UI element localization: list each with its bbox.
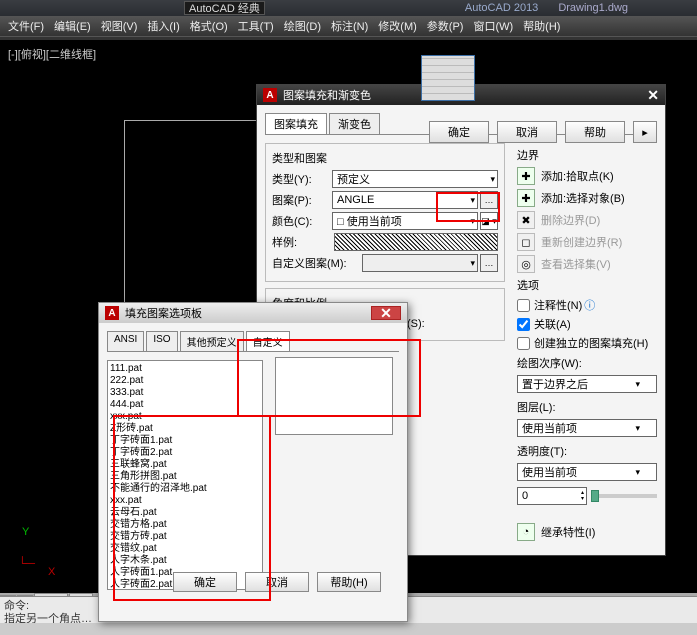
list-item[interactable]: 丁字砖面1.pat <box>110 435 260 447</box>
hatch-preview[interactable] <box>421 55 475 101</box>
pickpoint-icon[interactable]: ✚ <box>517 167 535 185</box>
viewsel-icon: ◎ <box>517 255 535 273</box>
menu-insert[interactable]: 插入(I) <box>143 18 183 34</box>
expand-button[interactable]: ▸ <box>633 121 657 143</box>
list-item[interactable]: 人字木条.pat <box>110 555 260 567</box>
custom-pattern-browse: … <box>480 254 498 272</box>
ok-button[interactable]: 确定 <box>429 121 489 143</box>
menu-tools[interactable]: 工具(T) <box>234 18 278 34</box>
list-item[interactable]: 交错方格.pat <box>110 519 260 531</box>
list-item[interactable]: Z形砖.pat <box>110 423 260 435</box>
color-swatch-button[interactable]: ◪ ▾ <box>480 212 498 230</box>
list-item[interactable]: xxx.pat <box>110 411 260 423</box>
menu-modify[interactable]: 修改(M) <box>374 18 421 34</box>
menu-draw[interactable]: 绘图(D) <box>280 18 325 34</box>
menu-dimension[interactable]: 标注(N) <box>327 18 372 34</box>
app-title: AutoCAD 2013 <box>465 2 538 14</box>
statusbar <box>0 623 697 635</box>
transparency-dropdown[interactable]: 使用当前项 <box>517 463 657 481</box>
menu-format[interactable]: 格式(O) <box>186 18 232 34</box>
transparency-value[interactable]: 0 <box>517 487 587 505</box>
sample-swatch[interactable] <box>334 233 498 251</box>
list-item[interactable]: 333.pat <box>110 387 260 399</box>
transparency-slider[interactable] <box>591 494 657 498</box>
menu-edit[interactable]: 编辑(E) <box>50 18 95 34</box>
ucs-icon: Y └─X <box>18 556 35 570</box>
tab-iso[interactable]: ISO <box>146 331 177 351</box>
list-item[interactable]: 不能通行的沼泽地.pat <box>110 483 260 495</box>
cancel-button[interactable]: 取消 <box>245 572 309 592</box>
close-icon[interactable]: ✕ <box>647 87 659 104</box>
help-button[interactable]: 帮助 <box>565 121 625 143</box>
pattern-palette-dialog: A 填充图案选项板 ✕ ANSI ISO 其他预定义 自定义 111.pat 2… <box>98 302 408 622</box>
menu-window[interactable]: 窗口(W) <box>469 18 517 34</box>
list-item[interactable]: xxx.pat <box>110 495 260 507</box>
list-item[interactable]: 交错方砖.pat <box>110 531 260 543</box>
select-icon[interactable]: ✚ <box>517 189 535 207</box>
list-item[interactable]: 三角形拼图.pat <box>110 471 260 483</box>
associative-checkbox[interactable] <box>517 318 530 331</box>
palette-tabs: ANSI ISO 其他预定义 自定义 <box>107 331 399 352</box>
info-icon[interactable]: ⓘ <box>584 297 595 313</box>
draworder-dropdown[interactable]: 置于边界之后 <box>517 375 657 393</box>
menu-help[interactable]: 帮助(H) <box>519 18 564 34</box>
list-item[interactable]: 云母石.pat <box>110 507 260 519</box>
workspace-selector[interactable]: AutoCAD 经典 <box>184 1 265 15</box>
list-item[interactable]: 交错纹.pat <box>110 543 260 555</box>
annotative-checkbox[interactable] <box>517 299 530 312</box>
palette-titlebar[interactable]: A 填充图案选项板 ✕ <box>99 303 407 323</box>
custom-pattern-dropdown <box>362 254 478 272</box>
recreate-icon: ◻ <box>517 233 535 251</box>
viewport-label[interactable]: [-][俯视][二维线框] <box>8 46 96 62</box>
delete-boundary-icon: ✖ <box>517 211 535 229</box>
tab-ansi[interactable]: ANSI <box>107 331 144 351</box>
color-dropdown[interactable]: □ 使用当前项 <box>332 212 478 230</box>
app-icon: A <box>105 306 119 320</box>
close-icon[interactable]: ✕ <box>371 306 401 320</box>
group-type-pattern: 类型和图案 类型(Y): 预定义 图案(P): ANGLE … 颜色(C): □… <box>265 143 505 282</box>
list-item[interactable]: 111.pat <box>110 363 260 375</box>
dialog-buttons: 确定 取消 帮助 ▸ <box>429 121 657 143</box>
tab-hatch[interactable]: 图案填充 <box>265 113 327 134</box>
inherit-icon[interactable]: ◔ <box>517 523 535 541</box>
pattern-list[interactable]: 111.pat 222.pat 333.pat 444.pat xxx.pat … <box>107 360 263 590</box>
doc-name: Drawing1.dwg <box>558 2 628 14</box>
cancel-button[interactable]: 取消 <box>497 121 557 143</box>
palette-title: 填充图案选项板 <box>125 305 202 321</box>
list-item[interactable]: 222.pat <box>110 375 260 387</box>
ok-button[interactable]: 确定 <box>173 572 237 592</box>
tab-other[interactable]: 其他预定义 <box>180 331 244 351</box>
help-button[interactable]: 帮助(H) <box>317 572 381 592</box>
app-icon: A <box>263 88 277 102</box>
tab-gradient[interactable]: 渐变色 <box>329 113 380 134</box>
menu-view[interactable]: 视图(V) <box>97 18 142 34</box>
pattern-dropdown[interactable]: ANGLE <box>332 191 478 209</box>
app-titlebar: AutoCAD 经典 AutoCAD 2013 Drawing1.dwg <box>0 0 697 16</box>
dialog-title: 图案填充和渐变色 <box>283 87 371 103</box>
menu-parametric[interactable]: 参数(P) <box>423 18 468 34</box>
list-item[interactable]: 丁字砖面2.pat <box>110 447 260 459</box>
layer-dropdown[interactable]: 使用当前项 <box>517 419 657 437</box>
menu-file[interactable]: 文件(F) <box>4 18 48 34</box>
pattern-preview <box>275 357 393 435</box>
list-item[interactable]: 444.pat <box>110 399 260 411</box>
palette-buttons: 确定 取消 帮助(H) <box>173 572 381 592</box>
list-item[interactable]: 三联蜂窝.pat <box>110 459 260 471</box>
separate-checkbox[interactable] <box>517 337 530 350</box>
tab-custom[interactable]: 自定义 <box>246 331 290 351</box>
type-dropdown[interactable]: 预定义 <box>332 170 498 188</box>
pattern-browse-button[interactable]: … <box>480 191 498 209</box>
menubar: 文件(F) 编辑(E) 视图(V) 插入(I) 格式(O) 工具(T) 绘图(D… <box>0 16 697 36</box>
